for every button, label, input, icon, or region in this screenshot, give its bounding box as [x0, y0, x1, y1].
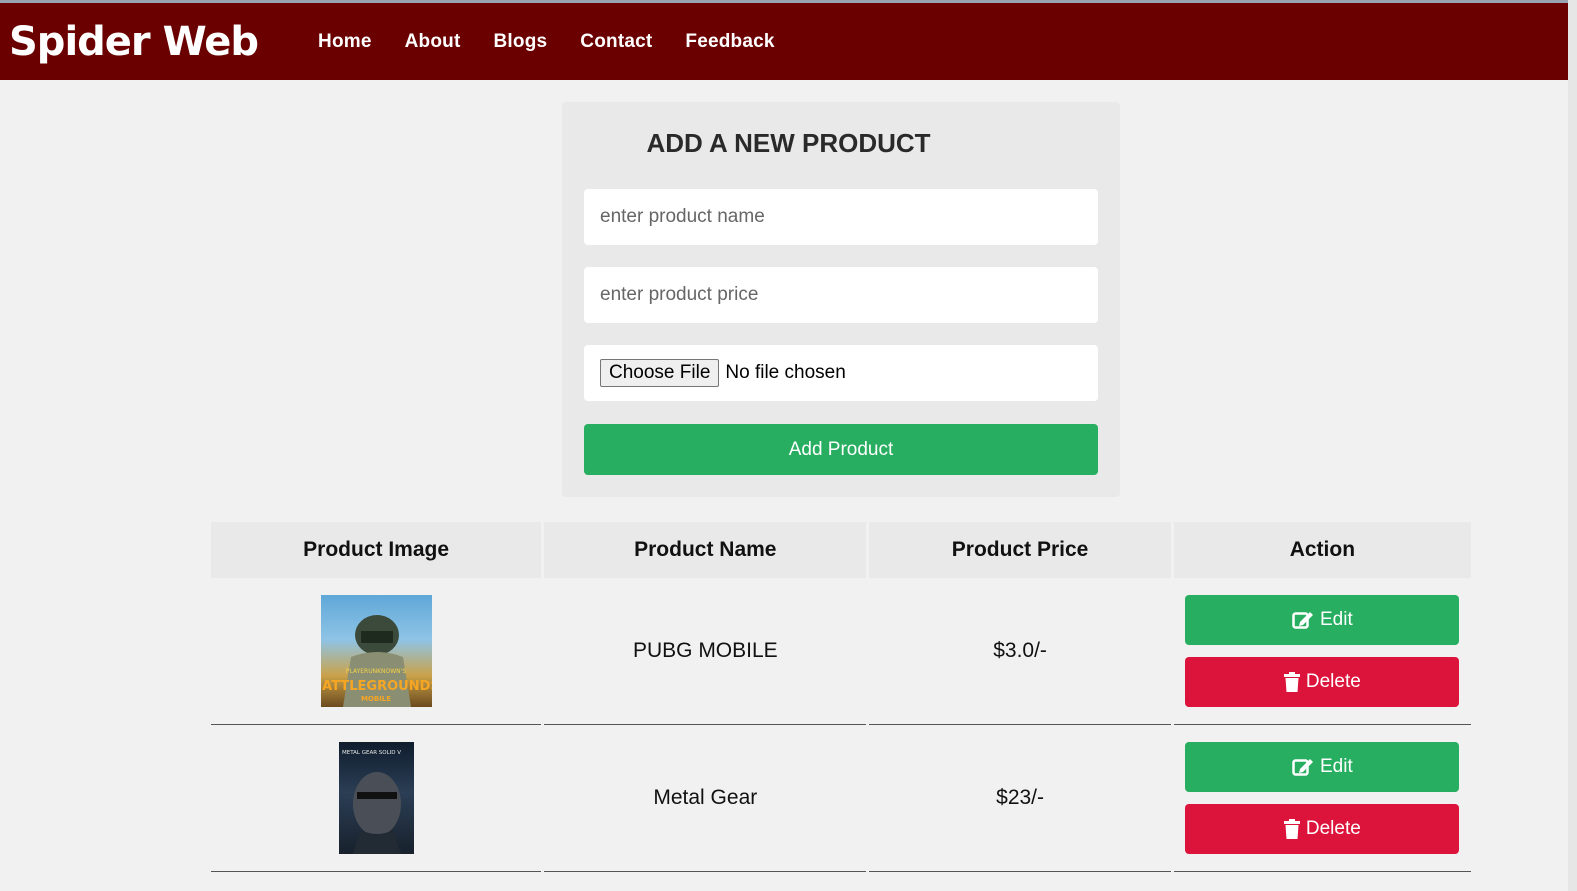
- action-cell: Edit Delete: [1173, 578, 1471, 725]
- add-product-button[interactable]: Add Product: [584, 424, 1098, 475]
- trash-icon: [1283, 672, 1300, 692]
- form-title: ADD A NEW PRODUCT: [646, 128, 931, 158]
- delete-button[interactable]: Delete: [1185, 657, 1460, 707]
- nav-feedback[interactable]: Feedback: [685, 31, 774, 53]
- metal-gear-cover-image: METAL GEAR SOLID V: [338, 742, 414, 854]
- header-product-price: Product Price: [869, 522, 1171, 578]
- file-status-text: No file chosen: [725, 362, 846, 383]
- edit-icon: [1292, 612, 1313, 629]
- edit-label: Edit: [1319, 609, 1353, 630]
- product-name-cell: PUBG MOBILE: [544, 578, 867, 725]
- table-header: Product Image Product Name Product Price…: [211, 522, 1471, 578]
- table-row: METAL GEAR SOLID V Metal Gear $23/- Edit: [211, 725, 1471, 872]
- choose-file-button[interactable]: Choose File: [600, 359, 720, 387]
- header-action: Action: [1173, 522, 1471, 578]
- product-price-cell: $23/-: [869, 725, 1171, 872]
- pubg-artwork: PLAYERUNKNOWN'S BATTLEGROUNDS MOBILE: [321, 615, 432, 707]
- action-cell: Edit Delete: [1173, 725, 1471, 872]
- product-price-cell: $3.0/-: [869, 578, 1171, 725]
- delete-label: Delete: [1305, 818, 1361, 839]
- svg-text:METAL GEAR SOLID V: METAL GEAR SOLID V: [342, 750, 401, 756]
- product-name-cell: Metal Gear: [544, 725, 867, 872]
- svg-text:MOBILE: MOBILE: [361, 695, 391, 703]
- nav-blogs[interactable]: Blogs: [494, 31, 548, 53]
- product-image-cell: METAL GEAR SOLID V: [211, 725, 542, 872]
- header-product-name: Product Name: [544, 522, 867, 578]
- product-name-input[interactable]: [584, 189, 1098, 245]
- product-image-file-input: Choose File No file chosen: [584, 345, 1098, 401]
- metal-gear-artwork: METAL GEAR SOLID V: [342, 750, 401, 854]
- svg-text:BATTLEGROUNDS: BATTLEGROUNDS: [321, 679, 432, 694]
- delete-button[interactable]: Delete: [1185, 804, 1460, 854]
- nav-home[interactable]: Home: [318, 31, 372, 53]
- product-price-input[interactable]: [584, 267, 1098, 323]
- svg-text:PLAYERUNKNOWN'S: PLAYERUNKNOWN'S: [345, 668, 405, 675]
- products-table: Product Image Product Name Product Price…: [211, 522, 1471, 872]
- header-product-image: Product Image: [211, 522, 542, 578]
- table-row: PLAYERUNKNOWN'S BATTLEGROUNDS MOBILE PUB…: [211, 578, 1471, 725]
- brand-logo[interactable]: Spider Web: [9, 19, 259, 65]
- nav-contact[interactable]: Contact: [580, 31, 652, 53]
- edit-icon: [1292, 759, 1313, 776]
- edit-button[interactable]: Edit: [1185, 742, 1460, 792]
- nav-links: Home About Blogs Contact Feedback: [300, 31, 808, 53]
- edit-button[interactable]: Edit: [1185, 595, 1460, 645]
- navbar: Spider Web Home About Blogs Contact Feed…: [0, 3, 1568, 80]
- delete-label: Delete: [1305, 671, 1361, 692]
- trash-icon: [1283, 819, 1300, 839]
- nav-about[interactable]: About: [405, 31, 461, 53]
- edit-label: Edit: [1319, 756, 1353, 777]
- product-image-cell: PLAYERUNKNOWN'S BATTLEGROUNDS MOBILE: [211, 578, 542, 725]
- pubg-cover-image: PLAYERUNKNOWN'S BATTLEGROUNDS MOBILE: [320, 595, 432, 707]
